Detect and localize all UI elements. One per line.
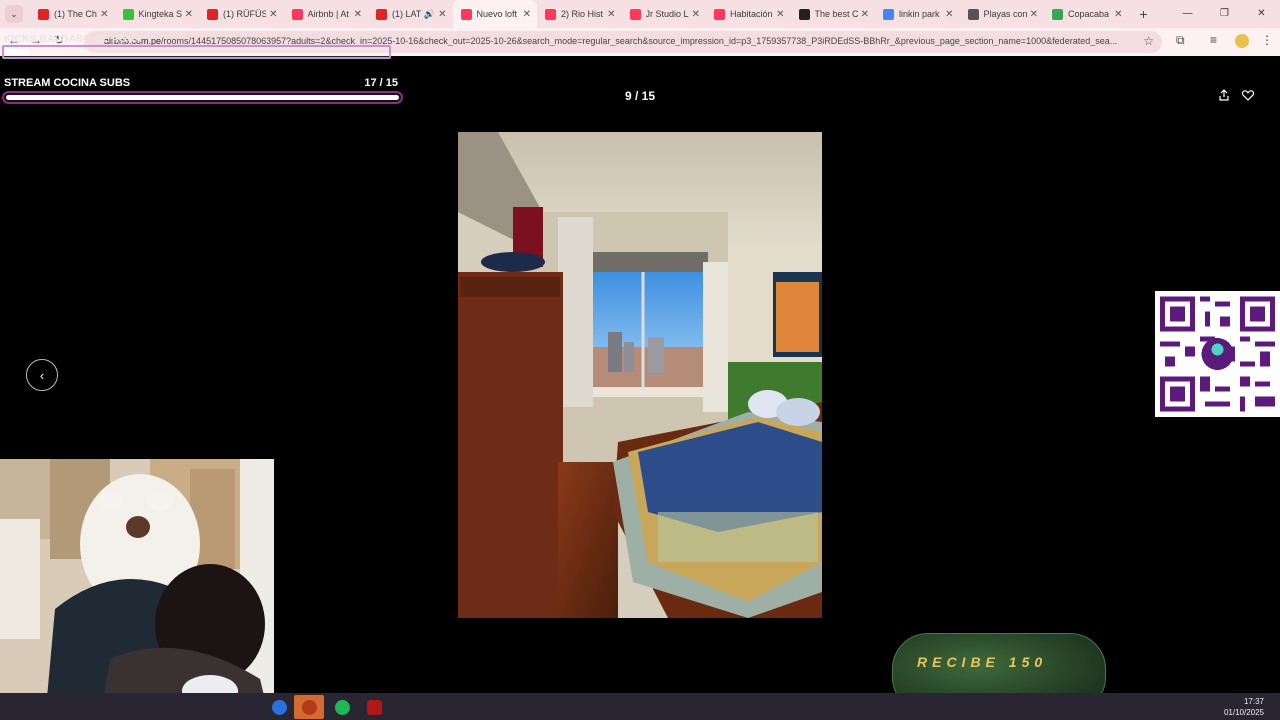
tab-title: Kingteka S xyxy=(138,9,182,19)
tab-title: (1) RÜFÜS xyxy=(223,9,267,19)
browser-tab[interactable]: Kingteka S ✕ xyxy=(115,0,200,28)
tab-favicon-icon xyxy=(38,8,49,20)
kicks-goal-fill xyxy=(6,49,29,55)
browser-tab-strip: ⌄ (1) The Chi ✕ Kingteka S ✕ (1) RÜFÜS ✕ Airbn… xyxy=(0,0,1280,28)
tab-title: Nuevo loft xyxy=(476,9,518,19)
tab-favicon-icon xyxy=(545,8,556,20)
tab-favicon-icon xyxy=(714,8,725,20)
kicks-goal-bar xyxy=(2,45,391,59)
streaming-app-icon xyxy=(301,699,317,715)
tab-close-icon[interactable]: ✕ xyxy=(861,9,869,20)
profile-avatar[interactable] xyxy=(1235,34,1249,48)
tab-favicon-icon xyxy=(460,8,472,20)
browser-tab[interactable]: Habitación ✕ xyxy=(706,0,791,28)
tab-title: Copacaba xyxy=(1068,9,1110,19)
tab-favicon-icon xyxy=(883,8,894,20)
tab-title: linkin park xyxy=(899,9,940,19)
stream-goal-label: STREAM COCINA SUBS xyxy=(4,77,131,89)
browser-tab[interactable]: Jr Studio L ✕ xyxy=(622,0,707,28)
restore-icon[interactable]: ❐ xyxy=(1206,0,1243,28)
tab-favicon-icon xyxy=(207,8,218,20)
tab-close-icon[interactable]: ✕ xyxy=(354,9,362,20)
browser-tab[interactable]: (1) LAT 🔊 ✕ xyxy=(368,0,453,28)
tab-title: Airbnb | At xyxy=(307,9,349,19)
tab-title: The best C xyxy=(814,9,858,19)
stream-goal-bar xyxy=(2,91,403,104)
tab-title: Jr Studio L xyxy=(645,9,689,19)
tab-favicon-icon xyxy=(376,8,387,20)
tab-close-icon[interactable]: ✕ xyxy=(692,9,700,20)
tab-audio-icon[interactable]: 🔊 xyxy=(424,9,435,20)
stream-goal-fill xyxy=(6,95,399,100)
tab-close-icon[interactable]: ✕ xyxy=(269,9,277,20)
browser-tab[interactable]: 2) Rio Hist ✕ xyxy=(537,0,622,28)
taskbar-app-active[interactable] xyxy=(294,695,324,719)
extensions-icon[interactable]: ⧉ xyxy=(1176,33,1185,48)
kicks-goal-label: KICKS BALDASO DE AGUA xyxy=(4,34,143,45)
minimize-icon[interactable]: — xyxy=(1169,0,1206,28)
system-clock[interactable]: 17:37 01/10/2025 xyxy=(1224,696,1264,718)
yape-qr-code xyxy=(1155,291,1280,417)
tab-close-icon[interactable]: ✕ xyxy=(776,9,784,20)
tab-close-icon[interactable]: ✕ xyxy=(1114,9,1122,20)
taskbar-app-edge[interactable] xyxy=(264,695,294,719)
tab-close-icon[interactable]: ✕ xyxy=(945,9,953,20)
taskbar-app-game[interactable] xyxy=(359,695,389,719)
tab-close-icon[interactable]: ✕ xyxy=(438,9,446,20)
share-icon[interactable] xyxy=(1217,88,1231,102)
browser-tab[interactable]: (1) The Chi ✕ xyxy=(30,0,115,28)
room-photo xyxy=(458,132,822,618)
tab-favicon-icon xyxy=(629,8,641,20)
tab-title: (1) The Chi xyxy=(54,9,98,19)
tab-close-icon[interactable]: ✕ xyxy=(185,9,193,20)
tab-close-icon[interactable]: ✕ xyxy=(607,9,615,20)
tab-favicon-icon xyxy=(1052,8,1063,20)
recibe-text: RECIBE 150 xyxy=(917,654,1048,670)
stream-goal-count: 17 / 15 xyxy=(364,77,398,89)
tab-close-icon[interactable]: ✕ xyxy=(523,9,531,20)
browser-tab[interactable]: Nuevo loft ✕ xyxy=(452,0,537,28)
tab-title: Playas con xyxy=(983,9,1027,19)
tab-close-icon[interactable]: ✕ xyxy=(1030,9,1038,20)
new-tab-button[interactable]: + xyxy=(1133,6,1155,22)
tab-list: (1) The Chi ✕ Kingteka S ✕ (1) RÜFÜS ✕ Airbnb … xyxy=(30,0,1129,28)
browser-tab[interactable]: linkin park ✕ xyxy=(875,0,960,28)
chevron-left-icon: ‹ xyxy=(39,367,45,383)
tab-search-icon[interactable]: ⌄ xyxy=(5,5,23,23)
taskbar-app-spotify[interactable] xyxy=(327,695,357,719)
spotify-icon xyxy=(334,699,350,715)
clock-date: 01/10/2025 xyxy=(1223,708,1264,717)
tab-favicon-icon xyxy=(122,8,134,20)
previous-photo-button[interactable]: ‹ xyxy=(26,359,58,391)
browser-tab[interactable]: Playas con ✕ xyxy=(960,0,1045,28)
tab-favicon-icon xyxy=(967,8,979,20)
heart-icon[interactable] xyxy=(1241,88,1255,102)
tab-title: (1) LAT xyxy=(392,9,422,19)
tab-favicon-icon xyxy=(291,8,303,20)
browser-tab[interactable]: The best C ✕ xyxy=(791,0,876,28)
close-window-icon[interactable]: ✕ xyxy=(1243,0,1280,28)
screen: ⌄ (1) The Chi ✕ Kingteka S ✕ (1) RÜFÜS ✕ Airbn… xyxy=(0,0,1280,720)
bookmark-star-icon[interactable]: ☆ xyxy=(1143,34,1154,48)
clock-time: 17:37 xyxy=(1243,697,1264,706)
browser-tab[interactable]: (1) RÜFÜS ✕ xyxy=(199,0,284,28)
photo-counter: 9 / 15 xyxy=(624,89,656,103)
game-icon xyxy=(366,699,382,715)
media-controls-icon[interactable]: ≡ xyxy=(1210,33,1217,47)
tab-favicon-icon xyxy=(798,8,810,20)
tab-title: Habitación xyxy=(730,9,773,19)
windows-taskbar: 17:37 01/10/2025 xyxy=(0,693,1280,720)
tab-title: 2) Rio Hist xyxy=(561,9,604,19)
edge-icon xyxy=(271,699,287,715)
window-controls: — ❐ ✕ xyxy=(1169,0,1280,28)
browser-tab[interactable]: Copacaba ✕ xyxy=(1044,0,1129,28)
menu-icon[interactable]: ⋮ xyxy=(1261,33,1273,47)
tab-close-icon[interactable]: ✕ xyxy=(100,9,108,20)
browser-tab[interactable]: Airbnb | At ✕ xyxy=(284,0,369,28)
streamer-webcam xyxy=(0,459,274,720)
